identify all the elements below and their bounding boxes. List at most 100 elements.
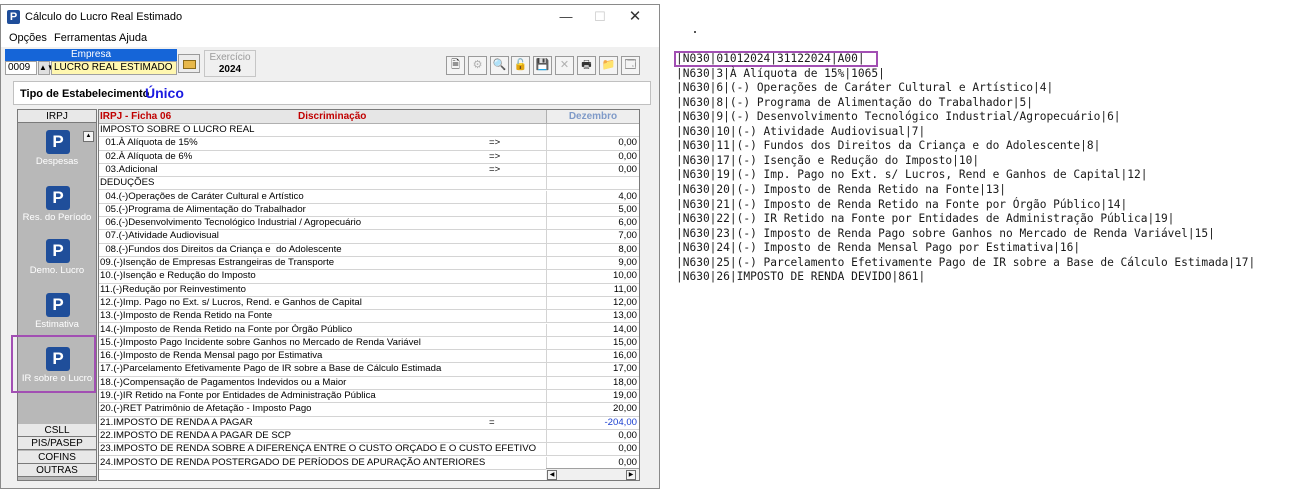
table-row[interactable]: 17.(-)Parcelamento Efetivamente Pago de … xyxy=(99,363,639,377)
row-value-cell[interactable]: 8,00 xyxy=(546,243,639,256)
nav-item-label: Demo. Lucro xyxy=(29,265,85,276)
nav-item-2[interactable]: P Demo. Lucro xyxy=(18,237,96,289)
table-row[interactable]: 02.À Alíquota de 6% => 0,00 xyxy=(99,150,639,164)
row-value-cell[interactable]: 0,00 xyxy=(546,443,639,456)
document-button[interactable]: 🗎 xyxy=(446,56,465,75)
find-button[interactable]: 🔍 xyxy=(490,56,509,75)
table-row[interactable]: 15.(-)Imposto Pago Incidente sobre Ganho… xyxy=(99,336,639,351)
text-line: |N630|22|(-) IR Retido na Fonte por Enti… xyxy=(676,212,1175,226)
tab-pis-pasep[interactable]: PIS/PASEP xyxy=(18,437,96,451)
row-value-cell[interactable]: 4,00 xyxy=(546,190,639,203)
text-line: |N630|6|(-) Operações de Caráter Cultura… xyxy=(676,81,1054,95)
row-value-cell[interactable]: 14,00 xyxy=(546,323,639,336)
table-row[interactable]: 05.(-)Programa de Alimentação do Trabalh… xyxy=(99,203,639,218)
row-value-cell[interactable]: 0,00 xyxy=(546,429,639,443)
row-value-cell[interactable]: 7,00 xyxy=(546,230,639,243)
nav-item-0[interactable]: P Despesas xyxy=(18,128,96,180)
row-value-cell[interactable]: 16,00 xyxy=(546,350,639,363)
table-row[interactable]: DEDUÇÕES xyxy=(99,177,639,191)
empresa-name-field[interactable]: LUCRO REAL ESTIMADO xyxy=(51,61,177,75)
tab-outras[interactable]: OUTRAS xyxy=(18,463,96,477)
table-row[interactable]: IMPOSTO SOBRE O LUCRO REAL xyxy=(99,124,639,138)
tab-csll[interactable]: CSLL xyxy=(18,424,96,437)
row-value-cell[interactable]: 12,00 xyxy=(546,296,639,310)
table-row[interactable]: 19.(-)IR Retido na Fonte por Entidades d… xyxy=(99,390,639,404)
row-value-cell[interactable]: 0,00 xyxy=(546,150,639,163)
row-value-cell[interactable] xyxy=(546,124,639,137)
row-value-cell[interactable]: 0,00 xyxy=(546,137,639,150)
print-button[interactable]: 🖶 xyxy=(577,56,596,75)
table-row[interactable]: 14.(-)Imposto de Renda Retido na Fonte p… xyxy=(99,323,639,337)
table-row[interactable]: 01.À Alíquota de 15% => 0,00 xyxy=(99,137,639,151)
table-row[interactable]: 18.(-)Compensação de Pagamentos Indevido… xyxy=(99,376,639,390)
export-button[interactable]: 📁 xyxy=(599,56,618,75)
tab-irpj[interactable]: IRPJ xyxy=(18,110,96,123)
row-value-cell[interactable]: 10,00 xyxy=(546,270,639,283)
table-row[interactable]: 06.(-)Desenvolvimento Tecnológico Indust… xyxy=(99,217,639,231)
gear-button[interactable]: ⚙ xyxy=(468,56,487,75)
report-button[interactable]: 🗔 xyxy=(621,56,640,75)
empresa-code-field[interactable]: 0009 xyxy=(5,61,37,75)
report-icon: 🗔 xyxy=(624,59,637,71)
estabelecimento-row: Tipo de Estabelecimento Único xyxy=(13,81,651,105)
table-row[interactable]: 09.(-)Isenção de Empresas Estrangeiras d… xyxy=(99,257,639,271)
row-value-cell[interactable]: 0,00 xyxy=(546,163,639,177)
row-value-cell[interactable]: 5,00 xyxy=(546,203,639,217)
p-logo-icon: P xyxy=(46,293,70,317)
tab-cofins[interactable]: COFINS xyxy=(18,450,96,464)
table-row[interactable]: 22.IMPOSTO DE RENDA A PAGAR DE SCP 0,00 xyxy=(99,429,639,444)
menu-opcoes[interactable]: Opções xyxy=(9,32,47,44)
row-value-cell[interactable] xyxy=(546,177,639,190)
row-value-cell[interactable]: 11,00 xyxy=(546,283,639,296)
empresa-label: Empresa xyxy=(5,49,177,61)
row-description: 20.(-)RET Patrimônio de Afetação - Impos… xyxy=(100,403,312,415)
close-button[interactable]: ✕ xyxy=(623,8,647,26)
table-row[interactable]: 20.(-)RET Patrimônio de Afetação - Impos… xyxy=(99,403,639,417)
row-description: 21.IMPOSTO DE RENDA A PAGAR xyxy=(100,416,253,428)
nav-item-1[interactable]: P Res. do Período xyxy=(18,184,96,236)
row-value-cell[interactable]: 15,00 xyxy=(546,336,639,350)
row-value-cell[interactable]: 0,00 xyxy=(546,456,639,469)
text-line: |N630|3|À Alíquota de 15%|1065| xyxy=(676,66,885,80)
menu-ajuda[interactable]: Ajuda xyxy=(119,32,147,44)
minimize-button[interactable]: — xyxy=(554,8,578,26)
row-value-cell[interactable]: 18,00 xyxy=(546,376,639,389)
menu-ferramentas[interactable]: Ferramentas xyxy=(54,32,116,44)
table-row[interactable]: 08.(-)Fundos dos Direitos da Criança e d… xyxy=(99,243,639,257)
row-description: 18.(-)Compensação de Pagamentos Indevido… xyxy=(100,376,347,388)
open-folder-button[interactable] xyxy=(178,54,200,73)
table-row[interactable]: 10.(-)Isenção e Redução do Imposto 10,00 xyxy=(99,270,639,284)
row-value-cell[interactable]: 17,00 xyxy=(546,363,639,376)
scroll-left-icon[interactable]: ◀ xyxy=(547,470,557,480)
table-row[interactable]: 23.IMPOSTO DE RENDA SOBRE A DIFERENÇA EN… xyxy=(99,443,639,457)
save-button[interactable]: 💾 xyxy=(533,56,552,75)
text-line: |N630|11|(-) Fundos dos Direitos da Cria… xyxy=(676,139,1101,153)
delete-icon: ✕ xyxy=(559,59,570,71)
horizontal-scrollbar[interactable]: ◀ ▶ xyxy=(546,468,639,480)
row-value-cell[interactable]: 19,00 xyxy=(546,390,639,403)
title-bar[interactable]: P Cálculo do Lucro Real Estimado — ☐ ✕ xyxy=(1,5,659,29)
row-value-cell[interactable]: 20,00 xyxy=(546,403,639,416)
document-icon: 🗎 xyxy=(451,59,460,71)
table-row[interactable]: 11.(-)Redução por Reinvestimento 11,00 xyxy=(99,283,639,297)
table-row[interactable]: 12.(-)Imp. Pago no Ext. s/ Lucros, Rend.… xyxy=(99,296,639,311)
exercicio-label: Exercício xyxy=(209,52,251,63)
row-description: 14.(-)Imposto de Renda Retido na Fonte p… xyxy=(100,323,353,335)
menu-bar: Opções Ferramentas Ajuda xyxy=(1,29,659,47)
table-row[interactable]: 04.(-)Operações de Caráter Cultural e Ar… xyxy=(99,190,639,204)
table-row[interactable]: 16.(-)Imposto de Renda Mensal pago por E… xyxy=(99,350,639,364)
unlock-button[interactable]: 🔓 xyxy=(511,56,530,75)
row-value-cell[interactable]: 6,00 xyxy=(546,217,639,230)
row-value-cell[interactable]: -204,00 xyxy=(546,416,639,429)
row-value-cell[interactable]: 9,00 xyxy=(546,257,639,270)
table-row[interactable]: 07.(-)Atividade Audiovisual 7,00 xyxy=(99,230,639,244)
table-row[interactable]: 21.IMPOSTO DE RENDA A PAGAR = -204,00 xyxy=(99,416,639,430)
scroll-right-icon[interactable]: ▶ xyxy=(626,470,636,480)
estabelecimento-value[interactable]: Único xyxy=(145,85,184,101)
table-row[interactable]: 03.Adicional => 0,00 xyxy=(99,163,639,178)
delete-button[interactable]: ✕ xyxy=(555,56,574,75)
row-value-cell[interactable]: 13,00 xyxy=(546,310,639,323)
table-row[interactable]: 13.(-)Imposto de Renda Retido na Fonte 13… xyxy=(99,310,639,324)
empresa-spin-icon[interactable]: ▲▼ xyxy=(38,61,55,75)
maximize-button[interactable]: ☐ xyxy=(588,8,612,26)
